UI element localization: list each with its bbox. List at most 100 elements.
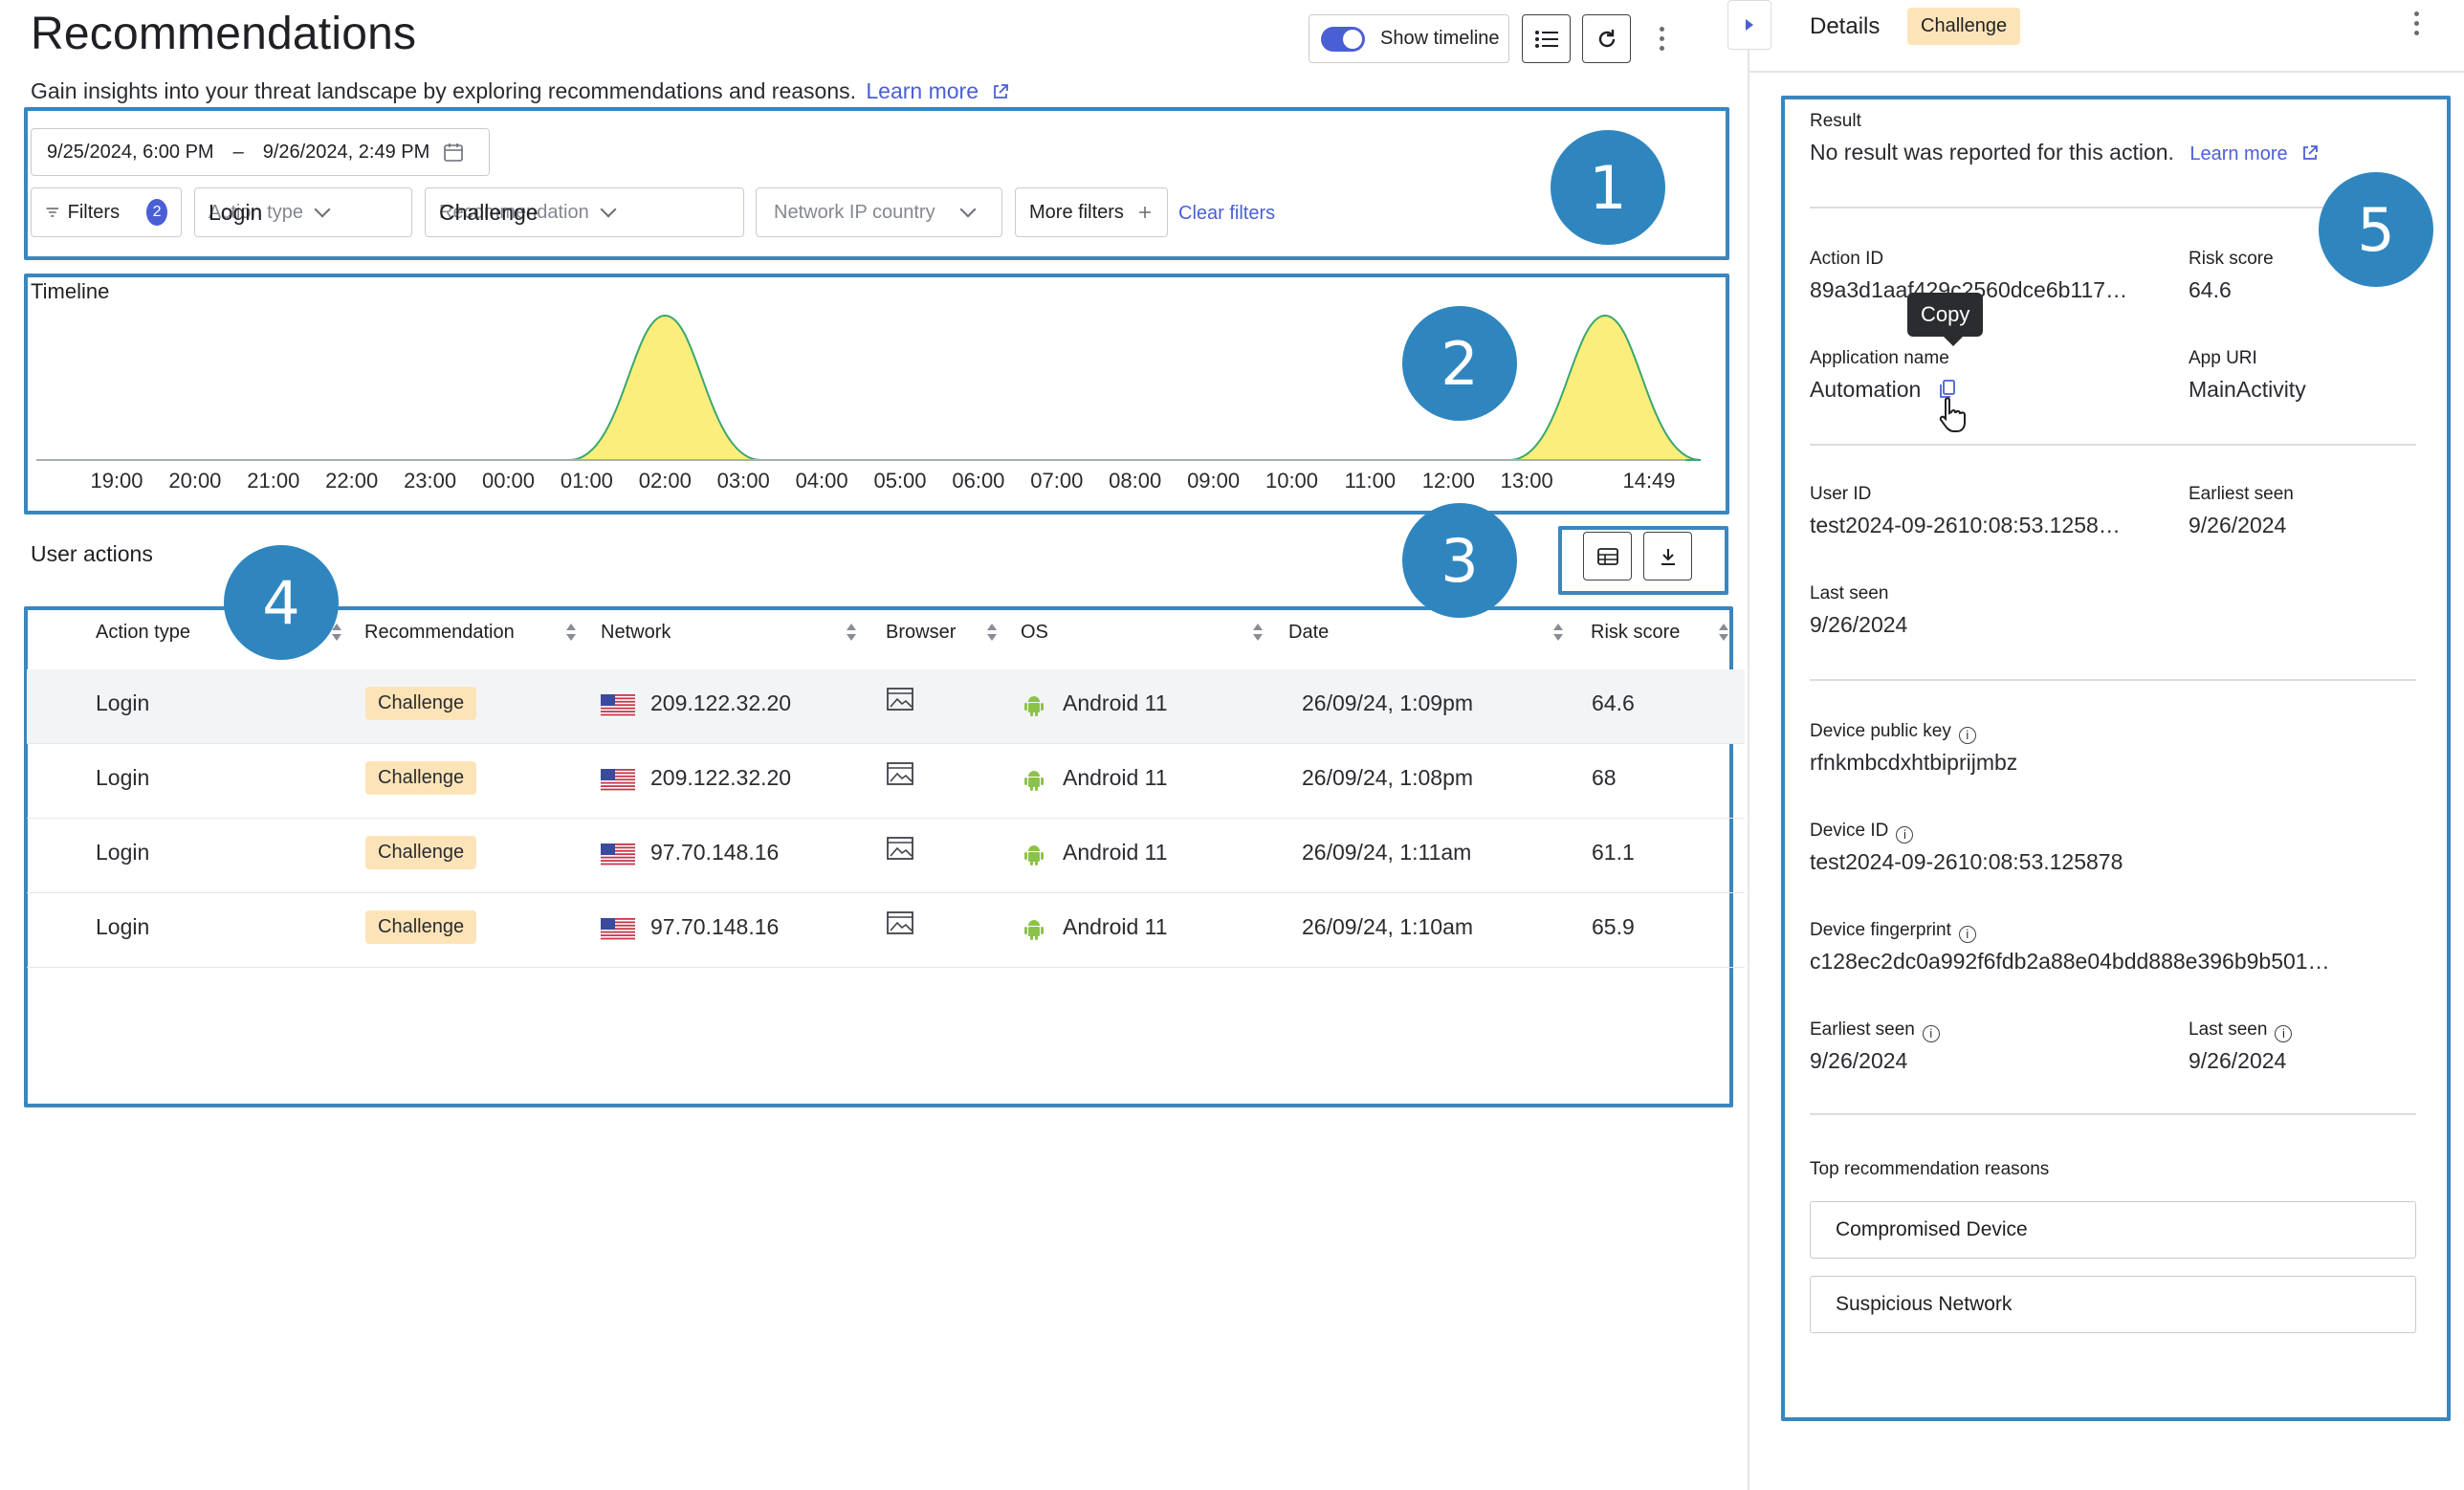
sort-icon[interactable] (986, 622, 998, 643)
android-icon (1024, 920, 1044, 940)
browser-image-icon (887, 911, 913, 934)
action-type-cell: Login (96, 914, 150, 939)
risk-score-label: Risk score (2189, 249, 2274, 269)
recommendation-badge: Challenge (365, 761, 477, 795)
column-header-network[interactable]: Network (601, 622, 671, 644)
last-seen-label: Last seen (1810, 583, 1889, 603)
device-fingerprint-label: Device fingerprint i (1810, 920, 1976, 943)
column-header-date[interactable]: Date (1288, 622, 1329, 644)
sort-icon[interactable] (846, 622, 857, 643)
result-text: No result was reported for this action. (1810, 140, 2174, 164)
info-icon[interactable]: i (1958, 926, 1976, 943)
panel-more-options-icon[interactable] (2412, 11, 2420, 35)
us-flag-icon (601, 844, 635, 866)
column-header-os[interactable]: OS (1021, 622, 1048, 644)
timeline-chart (36, 314, 1702, 461)
risk-score-cell: 65.9 (1592, 914, 1635, 939)
risk-score-value: 64.6 (2189, 277, 2232, 302)
android-icon (1024, 845, 1044, 866)
x-tick-label: 09:00 (1187, 469, 1241, 493)
download-button[interactable] (1643, 532, 1692, 581)
earliest-seen-value: 9/26/2024 (2189, 513, 2287, 537)
x-tick-label: 14:49 (1622, 469, 1676, 493)
android-icon (1024, 771, 1044, 791)
device-public-key-label-text: Device public key (1810, 721, 1951, 741)
network-ip-cell: 209.122.32.20 (650, 765, 792, 790)
network-ip-cell: 97.70.148.16 (650, 840, 780, 865)
collapse-panel-button[interactable] (1727, 0, 1771, 50)
network-ip-cell: 97.70.148.16 (650, 914, 780, 939)
x-tick-label: 22:00 (325, 469, 379, 493)
os-cell: Android 11 (1063, 690, 1168, 715)
device-earliest-seen-label-text: Earliest seen (1810, 1019, 1915, 1040)
user-id-value: test2024-09-2610:08:53.1258… (1810, 513, 2121, 537)
timeline-peak (1509, 314, 1702, 461)
panel-header-divider (1749, 71, 2464, 73)
device-last-seen-label-text: Last seen (2189, 1019, 2268, 1040)
app-uri-value: MainActivity (2189, 377, 2306, 402)
details-learn-more-link[interactable]: Learn more (2189, 143, 2287, 164)
browser-image-icon (887, 762, 913, 785)
reason-suspicious-network: Suspicious Network (1810, 1276, 2416, 1333)
column-header-action-type[interactable]: Action type (96, 622, 190, 644)
x-tick-label: 10:00 (1265, 469, 1319, 493)
info-icon[interactable]: i (1958, 727, 1976, 744)
android-icon (1024, 696, 1044, 716)
us-flag-icon (601, 694, 635, 717)
application-name-value: Automation (1810, 377, 1922, 402)
x-tick-label: 04:00 (795, 469, 848, 493)
x-tick-label: 05:00 (873, 469, 927, 493)
sort-icon[interactable] (1252, 622, 1264, 643)
date-cell: 26/09/24, 1:10am (1302, 914, 1474, 939)
app-uri-label: App URI (2189, 348, 2257, 368)
x-tick-label: 01:00 (560, 469, 613, 493)
device-id-value: test2024-09-2610:08:53.125878 (1810, 849, 2123, 874)
network-ip-cell: 209.122.32.20 (650, 690, 792, 715)
x-tick-label: 13:00 (1500, 469, 1553, 493)
info-icon[interactable]: i (1896, 826, 1914, 844)
earliest-seen-label: Earliest seen (2189, 484, 2294, 504)
risk-score-cell: 64.6 (1592, 690, 1635, 715)
info-icon[interactable]: i (2275, 1025, 2293, 1042)
details-badge: Challenge (1907, 8, 2021, 45)
info-icon[interactable]: i (1922, 1025, 1940, 1042)
x-tick-label: 03:00 (716, 469, 770, 493)
last-seen-value: 9/26/2024 (1810, 612, 1908, 637)
action-type-cell: Login (96, 765, 150, 790)
device-earliest-seen-label: Earliest seen i (1810, 1019, 1940, 1042)
device-public-key-label: Device public key i (1810, 721, 1976, 744)
x-tick-label: 06:00 (952, 469, 1005, 493)
risk-score-cell: 68 (1592, 765, 1617, 790)
timeline-peak (569, 314, 761, 461)
caret-right-icon (1746, 19, 1753, 31)
user-actions-title: User actions (31, 541, 153, 566)
column-header-browser[interactable]: Browser (886, 622, 956, 644)
sort-icon[interactable] (565, 622, 577, 643)
column-header-risk-score[interactable]: Risk score (1591, 622, 1680, 644)
os-cell: Android 11 (1063, 840, 1168, 865)
column-header-recommendation[interactable]: Recommendation (364, 622, 515, 644)
device-fingerprint-label-text: Device fingerprint (1810, 920, 1951, 940)
column-settings-button[interactable] (1583, 532, 1632, 581)
x-tick-label: 07:00 (1030, 469, 1084, 493)
device-fingerprint-value: c128ec2dc0a992f6fdb2a88e04bdd888e396b9b5… (1810, 949, 2330, 974)
divider (1810, 1113, 2416, 1115)
x-tick-label: 08:00 (1109, 469, 1162, 493)
table-icon (1596, 547, 1618, 565)
date-cell: 26/09/24, 1:09pm (1302, 690, 1474, 715)
sort-icon[interactable] (1552, 622, 1564, 643)
x-tick-label: 19:00 (90, 469, 143, 493)
x-tick-label: 11:00 (1344, 469, 1397, 493)
device-last-seen-value: 9/26/2024 (2189, 1048, 2287, 1073)
details-title: Details (1810, 13, 1881, 39)
recommendation-badge: Challenge (365, 910, 477, 944)
result-label: Result (1810, 111, 1861, 131)
x-tick-label: 23:00 (404, 469, 457, 493)
application-name-label: Application name (1810, 348, 1949, 368)
download-icon (1661, 548, 1675, 565)
sort-icon[interactable] (1718, 622, 1729, 643)
panel-divider (1748, 0, 1749, 1490)
device-last-seen-label: Last seen i (2189, 1019, 2293, 1042)
us-flag-icon (601, 769, 635, 792)
reason-compromised-device: Compromised Device (1810, 1201, 2416, 1259)
